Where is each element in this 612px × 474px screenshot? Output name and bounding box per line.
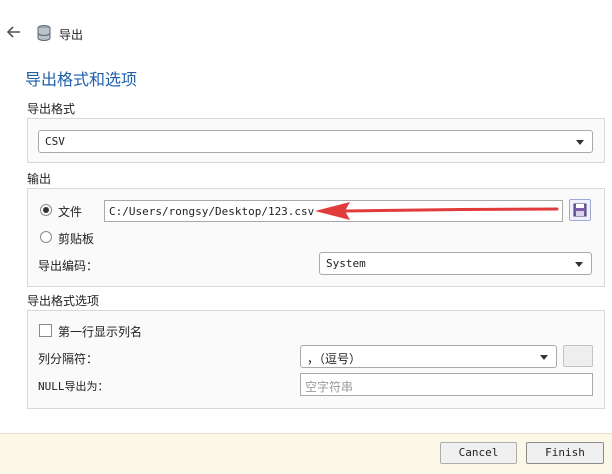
separator-select[interactable]: ，（逗号） bbox=[300, 345, 557, 368]
page-title: 导出格式和选项 bbox=[25, 70, 138, 89]
separator-color-button[interactable] bbox=[563, 345, 593, 367]
finish-button[interactable]: Finish bbox=[526, 442, 604, 464]
separator-select-value: ，（逗号） bbox=[307, 352, 362, 366]
file-radio-label: 文件 bbox=[58, 205, 83, 219]
chevron-down-icon bbox=[576, 140, 584, 145]
clipboard-radio-label: 剪贴板 bbox=[58, 232, 95, 246]
options-section-label: 导出格式选项 bbox=[27, 294, 100, 308]
output-section-label: 输出 bbox=[27, 172, 52, 186]
first-row-checkbox[interactable] bbox=[39, 324, 52, 337]
separator-label: 列分隔符： bbox=[38, 352, 99, 366]
footer-bar bbox=[0, 433, 612, 474]
file-path-value: C:/Users/rongsy/Desktop/123.csv bbox=[109, 205, 315, 218]
chevron-down-icon bbox=[575, 262, 583, 267]
format-select-value: CSV bbox=[45, 135, 65, 148]
null-value-input[interactable]: 空字符串 bbox=[300, 373, 593, 396]
null-value-placeholder: 空字符串 bbox=[305, 380, 354, 394]
database-icon bbox=[37, 25, 51, 41]
file-radio[interactable] bbox=[40, 204, 52, 216]
format-select[interactable]: CSV bbox=[38, 130, 593, 153]
encoding-label: 导出编码： bbox=[38, 259, 99, 273]
chevron-down-icon bbox=[540, 355, 548, 360]
first-row-label: 第一行显示列名 bbox=[58, 325, 143, 339]
encoding-select[interactable]: System bbox=[319, 252, 592, 275]
floppy-disk-icon bbox=[573, 203, 587, 217]
null-label: NULL导出为： bbox=[38, 380, 109, 393]
format-section-label: 导出格式 bbox=[27, 102, 76, 116]
clipboard-radio[interactable] bbox=[40, 231, 52, 243]
annotation-arrow bbox=[315, 202, 559, 220]
header-title: 导出 bbox=[59, 28, 84, 42]
save-file-button[interactable] bbox=[569, 199, 591, 221]
back-arrow-icon[interactable] bbox=[7, 26, 21, 38]
encoding-select-value: System bbox=[326, 257, 366, 270]
cancel-button[interactable]: Cancel bbox=[440, 442, 517, 464]
